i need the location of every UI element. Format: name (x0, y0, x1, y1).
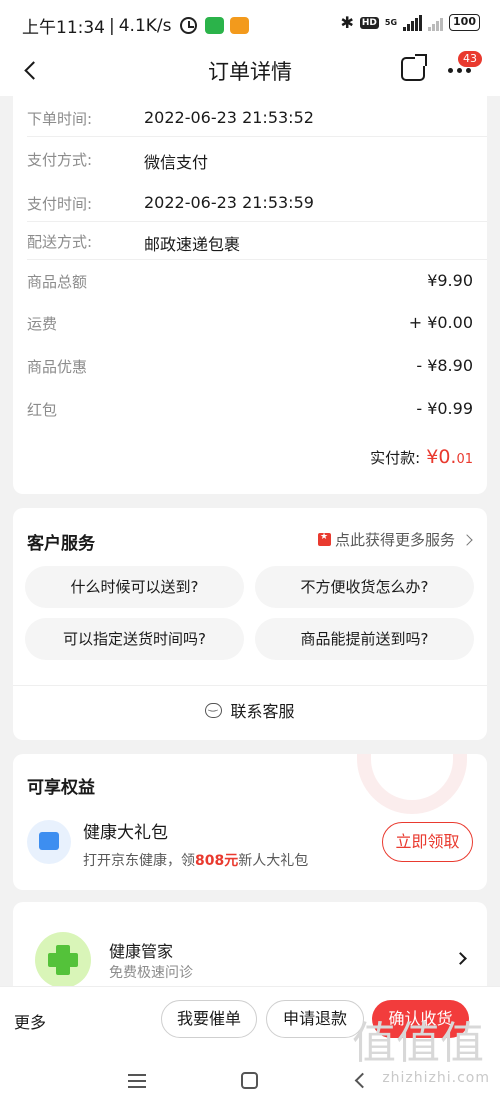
health-name: 健康管家 (109, 942, 174, 961)
paid-total: 实付款: ¥0. 01 (370, 446, 473, 468)
status-right: ✱ HD 5G 100 (340, 13, 480, 32)
service-title: 客户服务 (27, 534, 95, 554)
status-left: 上午11:34 | 4.1K/s (22, 13, 249, 38)
faq-when-delivered[interactable]: 什么时候可以送到? (25, 566, 244, 608)
row-value: 2022-06-23 21:53:52 (144, 108, 314, 127)
divider (27, 136, 487, 137)
watermark-text: zhizhizhi.com (382, 1070, 490, 1086)
share-icon[interactable] (401, 54, 427, 81)
gift-box-icon (27, 820, 71, 864)
signal-icon (403, 14, 423, 31)
benefit-desc-highlight: 808元 (195, 853, 239, 869)
health-cross-icon (35, 932, 91, 988)
amount-label: 红包 (27, 401, 58, 419)
home-icon[interactable] (241, 1072, 258, 1089)
benefit-card: 可享权益 健康大礼包 打开京东健康，领808元新人大礼包 立即领取 (13, 754, 487, 890)
paid-label: 实付款: (370, 449, 421, 467)
faq-cannot-receive[interactable]: 不方便收货怎么办? (255, 566, 474, 608)
row-value: 2022-06-23 21:53:59 (144, 193, 314, 212)
customer-service-card: 客户服务 点此获得更多服务 什么时候可以送到? 不方便收货怎么办? 可以指定送货… (13, 508, 487, 740)
heart-decoration-icon (357, 754, 467, 814)
benefit-name: 健康大礼包 (83, 823, 168, 843)
wechat-icon (204, 17, 224, 34)
row-label: 支付方式: (27, 151, 93, 169)
network-gen: 5G (384, 17, 398, 27)
amount-value: - ¥0.99 (416, 399, 473, 418)
row-label: 配送方式: (27, 233, 93, 251)
more-icon[interactable] (448, 68, 471, 73)
status-divider: | (109, 15, 115, 36)
watermark-logo: 值值值 (352, 1010, 492, 1100)
contact-service-button[interactable]: 联系客服 (13, 698, 487, 722)
chevron-right-icon (454, 952, 467, 965)
watermark-svg: 值值值 (352, 1018, 484, 1069)
more-services-link[interactable]: 点此获得更多服务 (317, 529, 473, 550)
header: 订单详情 43 (0, 46, 500, 96)
more-actions-button[interactable]: 更多 (14, 1009, 46, 1033)
faq-specify-time[interactable]: 可以指定送货时间吗? (25, 618, 244, 660)
paid-amount-int: ¥0. (426, 446, 457, 468)
health-desc: 免费极速问诊 (109, 965, 193, 981)
contact-service-label: 联系客服 (230, 702, 295, 721)
divider (27, 221, 487, 222)
amount-value: - ¥8.90 (416, 356, 473, 375)
chevron-right-icon (461, 533, 473, 546)
benefit-title: 可享权益 (27, 778, 95, 798)
star-icon (317, 532, 331, 546)
app-icon (229, 17, 249, 34)
battery-icon: 100 (449, 14, 480, 31)
divider (13, 685, 487, 686)
row-value: 邮政速递包裹 (144, 235, 241, 254)
menu-icon[interactable] (128, 1074, 146, 1088)
alarm-icon (179, 17, 197, 34)
amount-value: ¥9.90 (427, 271, 473, 290)
row-value: 微信支付 (144, 153, 209, 172)
order-info-card: 下单时间: 2022-06-23 21:53:52 支付方式: 微信支付 支付时… (13, 96, 487, 494)
benefit-desc: 打开京东健康，领808元新人大礼包 (83, 850, 308, 870)
paid-amount: ¥0. 01 (426, 446, 473, 468)
status-time: 上午11:34 (22, 18, 105, 38)
status-speed: 4.1K/s (118, 15, 172, 36)
amount-label: 商品优惠 (27, 358, 88, 376)
row-label: 下单时间: (27, 110, 93, 128)
faq-deliver-early[interactable]: 商品能提前送到吗? (255, 618, 474, 660)
divider (27, 259, 487, 260)
benefit-desc-prefix: 打开京东健康，领 (83, 853, 195, 869)
urge-order-button[interactable]: 我要催单 (161, 1000, 257, 1038)
request-refund-button[interactable]: 申请退款 (266, 1000, 364, 1038)
signal-2-icon (428, 15, 444, 31)
paid-amount-dec: 01 (456, 452, 473, 467)
bluetooth-icon: ✱ (340, 13, 354, 32)
amount-label: 运费 (27, 315, 58, 333)
watermark-glyphs: 值值值 (352, 1018, 484, 1069)
more-services-label: 点此获得更多服务 (334, 531, 455, 549)
status-bar: 上午11:34 | 4.1K/s ✱ HD 5G 100 (0, 0, 500, 46)
benefit-desc-suffix: 新人大礼包 (238, 853, 309, 869)
hd-badge: HD (359, 16, 379, 29)
chat-icon (205, 699, 223, 718)
amount-label: 商品总额 (27, 273, 88, 291)
row-label: 支付时间: (27, 195, 93, 213)
message-badge: 43 (458, 51, 482, 67)
amount-value: + ¥0.00 (408, 313, 473, 332)
claim-now-button[interactable]: 立即领取 (382, 822, 473, 862)
